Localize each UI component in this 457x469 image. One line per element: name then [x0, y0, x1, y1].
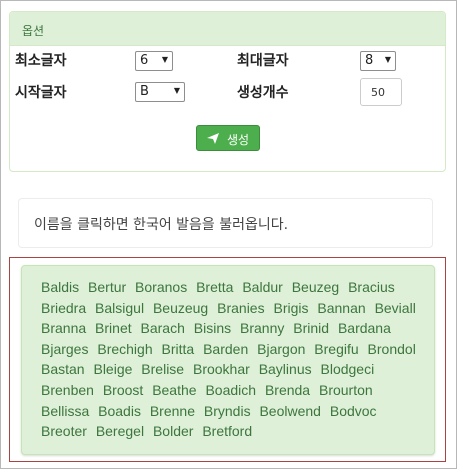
max-length-label: 최대글자 — [237, 53, 289, 69]
min-length-select[interactable]: 6 ▼ — [135, 51, 173, 71]
name-item[interactable]: Branna — [41, 320, 86, 336]
name-item[interactable]: Baylinus — [259, 361, 312, 377]
name-item[interactable]: Beviall — [375, 300, 416, 316]
name-item[interactable]: Brelise — [141, 361, 184, 377]
name-item[interactable]: Bryndis — [204, 403, 251, 419]
name-item[interactable]: Brenne — [150, 403, 195, 419]
max-length-value: 8 — [365, 53, 374, 68]
name-item[interactable]: Bardana — [338, 320, 391, 336]
name-item[interactable]: Brondol — [368, 341, 416, 357]
chevron-down-icon: ▼ — [173, 86, 180, 95]
name-list: Baldis Bertur Boranos Bretta Baldur Beuz… — [41, 277, 424, 442]
name-item[interactable]: Balsigul — [95, 300, 144, 316]
count-input[interactable]: 50 — [360, 78, 402, 106]
min-length-label: 최소글자 — [15, 53, 67, 69]
name-item[interactable]: Barach — [141, 320, 185, 336]
max-length-select[interactable]: 8 ▼ — [360, 51, 396, 71]
name-item[interactable]: Broost — [103, 382, 143, 398]
name-item[interactable]: Bisins — [194, 320, 231, 336]
name-item[interactable]: Bracius — [348, 279, 395, 295]
name-item[interactable]: Bertur — [88, 279, 126, 295]
name-item[interactable]: Boranos — [135, 279, 187, 295]
min-length-value: 6 — [140, 53, 149, 68]
name-item[interactable]: Beregel — [96, 423, 144, 439]
name-item[interactable]: Bastan — [41, 361, 85, 377]
name-item[interactable]: Brinid — [293, 320, 329, 336]
name-item[interactable]: Blodgeci — [321, 361, 375, 377]
name-item[interactable]: Barden — [203, 341, 248, 357]
options-panel: 옵션 최소글자 6 ▼ 최대글자 8 ▼ 시작글자 B ▼ 생성개수 50 생성 — [9, 11, 446, 172]
name-item[interactable]: Beuzeg — [292, 279, 339, 295]
name-item[interactable]: Beuzeug — [153, 300, 208, 316]
name-item[interactable]: Bleige — [93, 361, 132, 377]
name-item[interactable]: Briedra — [41, 300, 86, 316]
name-item[interactable]: Bjargon — [257, 341, 305, 357]
name-item[interactable]: Branies — [217, 300, 264, 316]
name-item[interactable]: Bretford — [202, 423, 252, 439]
name-item[interactable]: Brourton — [319, 382, 373, 398]
name-item[interactable]: Bellissa — [41, 403, 89, 419]
name-item[interactable]: Bretta — [196, 279, 233, 295]
start-letter-label: 시작글자 — [15, 85, 67, 101]
info-message: 이름을 클릭하면 한국어 발음을 불러옵니다. — [18, 198, 433, 248]
name-item[interactable]: Branny — [240, 320, 284, 336]
name-item[interactable]: Baldis — [41, 279, 79, 295]
generate-button-label: 생성 — [227, 133, 250, 147]
name-item[interactable]: Brenda — [265, 382, 310, 398]
generate-button[interactable]: 생성 — [196, 125, 260, 151]
chevron-down-icon: ▼ — [384, 55, 391, 64]
name-item[interactable]: Bannan — [317, 300, 365, 316]
name-item[interactable]: Beathe — [152, 382, 196, 398]
count-label: 생성개수 — [237, 85, 289, 101]
name-item[interactable]: Brenben — [41, 382, 94, 398]
name-item[interactable]: Brigis — [273, 300, 308, 316]
send-icon — [207, 133, 221, 147]
app-frame: 옵션 최소글자 6 ▼ 최대글자 8 ▼ 시작글자 B ▼ 생성개수 50 생성… — [0, 0, 457, 469]
name-item[interactable]: Beolwend — [259, 403, 321, 419]
chevron-down-icon: ▼ — [161, 55, 168, 64]
name-item[interactable]: Breoter — [41, 423, 87, 439]
name-item[interactable]: Brinet — [95, 320, 132, 336]
name-item[interactable]: Bjarges — [41, 341, 88, 357]
name-item[interactable]: Boadich — [205, 382, 256, 398]
name-item[interactable]: Brookhar — [193, 361, 250, 377]
name-item[interactable]: Bolder — [153, 423, 193, 439]
start-letter-value: B — [140, 84, 149, 99]
options-panel-title: 옵션 — [10, 12, 445, 46]
name-item[interactable]: Boadis — [98, 403, 141, 419]
name-item[interactable]: Bregifu — [314, 341, 358, 357]
name-item[interactable]: Britta — [162, 341, 195, 357]
start-letter-select[interactable]: B ▼ — [135, 82, 185, 102]
name-item[interactable]: Baldur — [242, 279, 282, 295]
results-container: Baldis Bertur Boranos Bretta Baldur Beuz… — [9, 257, 446, 462]
name-item[interactable]: Bodvoc — [330, 403, 377, 419]
name-item[interactable]: Brechigh — [97, 341, 152, 357]
results-box: Baldis Bertur Boranos Bretta Baldur Beuz… — [21, 265, 435, 455]
